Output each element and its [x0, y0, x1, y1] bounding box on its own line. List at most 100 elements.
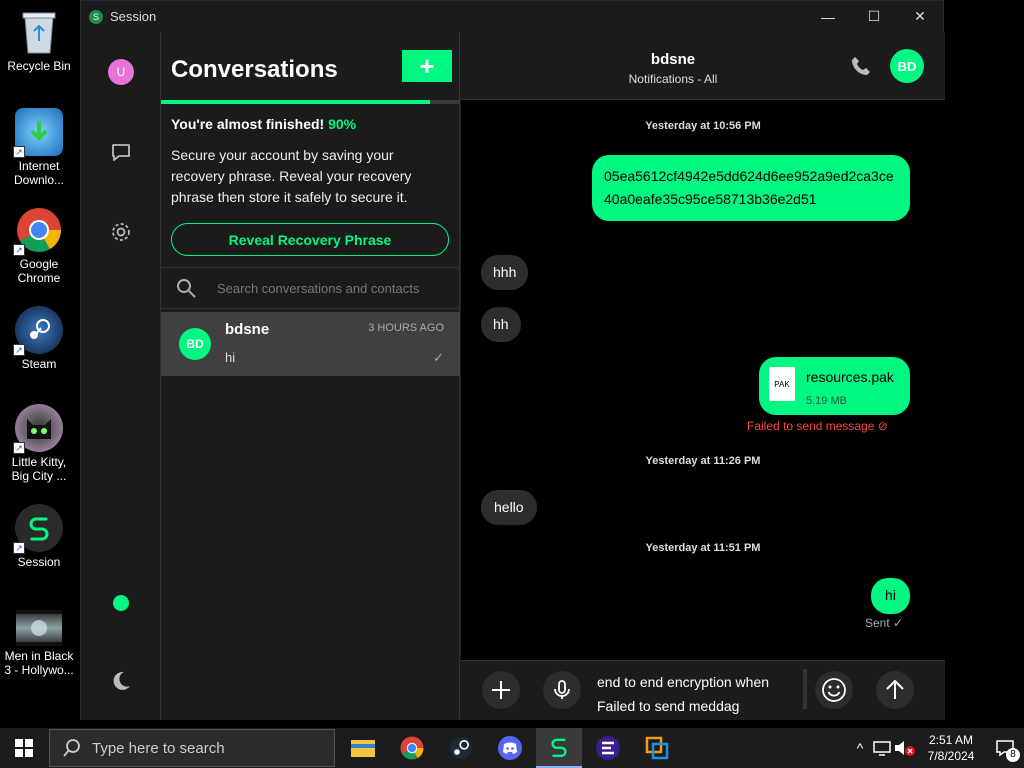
- desktop-icon-video-file[interactable]: Men in Black 3 - Hollywo...: [2, 604, 76, 677]
- chat-avatar[interactable]: BD: [890, 49, 924, 83]
- timestamp: Yesterday at 10:56 PM: [645, 120, 761, 132]
- message-bubble-incoming[interactable]: hh: [481, 307, 521, 342]
- volume-muted-icon[interactable]: [892, 739, 916, 757]
- message-input-line: Failed to send meddag: [597, 698, 740, 714]
- desktop-icon-label: Steam: [21, 357, 57, 371]
- notification-count-badge: 8: [1006, 748, 1020, 762]
- smiley-icon: [822, 678, 846, 702]
- attach-button[interactable]: [482, 671, 520, 709]
- session-app-icon: S: [89, 9, 103, 24]
- message-icon[interactable]: [109, 140, 133, 164]
- conversations-panel: Conversations + You're almost finished! …: [161, 32, 460, 720]
- message-bubble-outgoing[interactable]: hi: [871, 578, 910, 614]
- file-name: resources.pak: [806, 369, 894, 385]
- online-status-indicator: [113, 595, 129, 611]
- send-button[interactable]: [876, 671, 914, 709]
- chevron-up-icon[interactable]: ^: [848, 740, 872, 756]
- message-input[interactable]: end to end encryption when Failed to sen…: [597, 670, 797, 718]
- almost-finished-text: You're almost finished! 90%: [171, 116, 356, 132]
- chrome-taskbar-icon[interactable]: [389, 728, 435, 768]
- globe-download-icon: ↗: [13, 108, 63, 158]
- notification-center-button[interactable]: 8: [986, 728, 1024, 768]
- system-tray: ^ 2:51 AM 7/8/2024 8: [848, 728, 1024, 768]
- timestamp: Yesterday at 11:51 PM: [645, 542, 761, 554]
- failed-status[interactable]: Failed to send message ⊘: [747, 419, 888, 433]
- cat-game-icon: ↗: [13, 404, 63, 454]
- file-size: 5.19 MB: [806, 395, 847, 407]
- window-controls: — ☐ ✕: [805, 1, 943, 32]
- shortcut-arrow-icon: ↗: [13, 442, 25, 454]
- close-button[interactable]: ✕: [897, 1, 943, 32]
- desktop-icon-internet-download-manager[interactable]: ↗ Internet Downlo...: [2, 108, 76, 187]
- discord-taskbar-icon[interactable]: [487, 728, 533, 768]
- desktop-icon-little-kitty[interactable]: ↗ Little Kitty, Big City ...: [2, 404, 76, 483]
- user-avatar[interactable]: U: [108, 59, 134, 85]
- microphone-icon: [554, 680, 570, 699]
- system-clock[interactable]: 2:51 AM 7/8/2024: [916, 732, 986, 764]
- reveal-recovery-phrase-button[interactable]: Reveal Recovery Phrase: [171, 223, 449, 256]
- gear-icon[interactable]: [109, 220, 133, 244]
- app-taskbar-icon[interactable]: [585, 728, 631, 768]
- chat-contact-name[interactable]: bdsne: [461, 51, 885, 68]
- shortcut-arrow-icon: ↗: [13, 344, 25, 356]
- message-bubble-outgoing[interactable]: 05ea5612cf4942e5dd624d6ee952a9ed2ca3ce40…: [592, 155, 910, 221]
- progress-percent: 90%: [328, 116, 357, 132]
- steam-taskbar-icon[interactable]: [438, 728, 484, 768]
- phone-icon[interactable]: [849, 54, 873, 78]
- start-button[interactable]: [0, 728, 48, 768]
- message-input-line: end to end encryption when: [597, 674, 770, 690]
- chat-header: bdsne Notifications - All BD: [461, 32, 945, 100]
- video-thumbnail-icon: [16, 610, 62, 646]
- shortcut-arrow-icon: ↗: [13, 146, 25, 158]
- session-taskbar-icon[interactable]: [536, 728, 582, 768]
- conversation-item[interactable]: BD bdsne 3 HOURS AGO hi ✓: [161, 312, 460, 376]
- composer-divider: [803, 669, 807, 709]
- desktop-icon-recycle-bin[interactable]: Recycle Bin: [2, 8, 76, 73]
- read-check-icon: ✓: [433, 350, 444, 365]
- desktop-icon-label: Men in Black 3 - Hollywo...: [4, 649, 74, 677]
- desktop-icon-google-chrome[interactable]: ↗ Google Chrome: [2, 206, 76, 285]
- minimize-button[interactable]: —: [805, 1, 851, 32]
- desktop-icon-label: Internet Downlo...: [13, 159, 65, 187]
- windows-logo-icon: [15, 739, 33, 757]
- session-logo-icon: ↗: [13, 504, 63, 554]
- left-rail: U: [81, 32, 161, 720]
- desktop-icon-steam[interactable]: ↗ Steam: [2, 306, 76, 371]
- notification-setting[interactable]: Notifications - All: [461, 72, 885, 86]
- desktop-icon-label: Little Kitty, Big City ...: [11, 455, 67, 483]
- desktop-icon-label: Session: [17, 555, 61, 569]
- file-explorer-taskbar-icon[interactable]: [340, 728, 386, 768]
- search-input[interactable]: Search conversations and contacts: [217, 281, 419, 296]
- shortcut-arrow-icon: ↗: [13, 542, 25, 554]
- network-icon[interactable]: [872, 739, 892, 757]
- chat-panel: bdsne Notifications - All BD Yesterday a…: [461, 32, 945, 720]
- shortcut-arrow-icon: ↗: [13, 244, 25, 256]
- voice-record-button[interactable]: [543, 671, 581, 709]
- search-icon: [175, 277, 197, 299]
- secure-account-text: Secure your account by saving your recov…: [171, 147, 412, 205]
- file-icon: PAK: [769, 367, 795, 401]
- steam-icon: ↗: [13, 306, 63, 356]
- desktop-icon-label: Google Chrome: [17, 257, 61, 285]
- message-composer: end to end encryption when Failed to sen…: [461, 660, 945, 720]
- file-attachment-bubble[interactable]: PAK resources.pak 5.19 MB: [759, 357, 910, 415]
- new-conversation-button[interactable]: +: [402, 50, 452, 82]
- virtual-machine-taskbar-icon[interactable]: [634, 728, 680, 768]
- desktop-icon-label: Recycle Bin: [7, 59, 71, 73]
- arrow-up-icon: [886, 679, 904, 699]
- conversations-header: Conversations +: [161, 32, 459, 100]
- search-bar[interactable]: Search conversations and contacts: [161, 267, 460, 309]
- contact-avatar: BD: [179, 328, 211, 360]
- recycle-bin-icon: [15, 8, 63, 56]
- message-bubble-incoming[interactable]: hhh: [481, 255, 529, 290]
- emoji-button[interactable]: [815, 671, 853, 709]
- clock-date: 7/8/2024: [927, 749, 975, 763]
- moon-icon[interactable]: [109, 669, 133, 693]
- message-bubble-incoming[interactable]: hello: [481, 490, 537, 525]
- maximize-button[interactable]: ☐: [851, 1, 897, 32]
- taskbar-search[interactable]: Type here to search: [49, 729, 335, 767]
- setup-progress-bar: [161, 100, 460, 104]
- desktop-icon-session[interactable]: ↗ Session: [2, 504, 76, 569]
- conversation-snippet: hi: [225, 350, 236, 365]
- page-title: Conversations: [171, 56, 338, 83]
